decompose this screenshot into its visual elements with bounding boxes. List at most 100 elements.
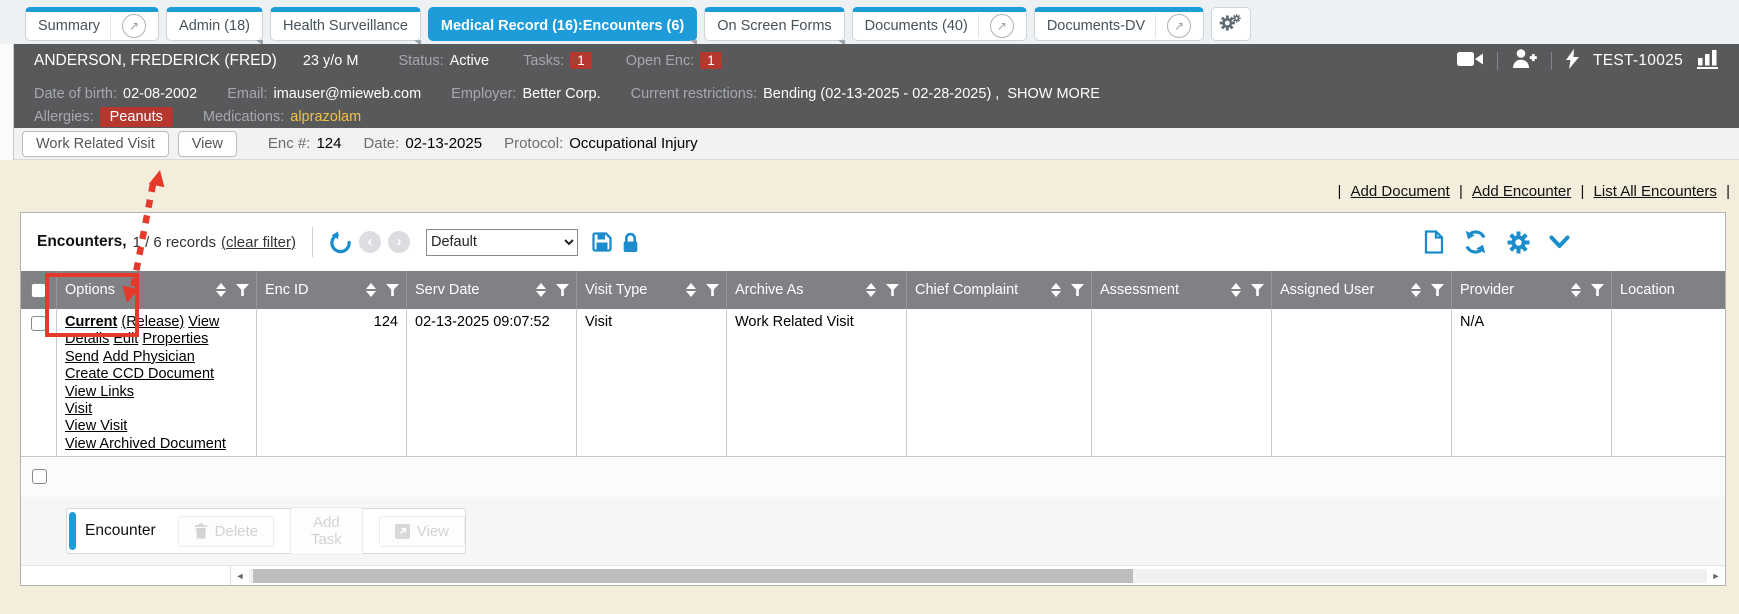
view-select[interactable]: Default xyxy=(426,229,578,256)
undo-icon[interactable] xyxy=(329,231,352,254)
new-document-icon[interactable] xyxy=(1424,230,1444,254)
list-all-encounters-link[interactable]: List All Encounters xyxy=(1594,183,1717,200)
patient-details: Date of birth: 02-08-2002 Email: imauser… xyxy=(0,77,1739,128)
sort-icon[interactable] xyxy=(366,283,376,297)
row-checkbox[interactable] xyxy=(31,316,46,331)
filter-icon[interactable] xyxy=(1431,284,1444,296)
tab-on-screen-forms[interactable]: On Screen Forms xyxy=(704,7,844,41)
header-cell-location[interactable]: Location xyxy=(1612,271,1725,309)
option-details-link[interactable]: Details xyxy=(65,331,109,347)
header-cell-archive-as[interactable]: Archive As xyxy=(727,271,907,309)
sort-icon[interactable] xyxy=(1411,283,1421,297)
sort-icon[interactable] xyxy=(866,283,876,297)
row-checkbox[interactable] xyxy=(32,469,47,484)
view-encounter-button[interactable]: View xyxy=(379,516,465,547)
scrollbar-corner xyxy=(21,566,231,585)
email-label: Email: xyxy=(227,86,267,102)
chevron-right-icon[interactable]: › xyxy=(388,231,410,253)
external-link-icon[interactable]: ↗ xyxy=(1167,14,1191,38)
show-more-link[interactable]: SHOW MORE xyxy=(1007,86,1100,102)
delete-button[interactable]: Delete xyxy=(178,516,274,547)
option-create-ccd-link[interactable]: Create CCD Document xyxy=(65,366,214,382)
add-encounter-link[interactable]: Add Encounter xyxy=(1472,183,1571,200)
sort-icon[interactable] xyxy=(686,283,696,297)
scrollbar-thumb[interactable] xyxy=(253,569,1133,583)
tab-admin[interactable]: Admin (18) xyxy=(166,7,263,41)
tab-documents[interactable]: Documents (40) ↗ xyxy=(852,7,1027,41)
option-add-physician-link[interactable]: Add Physician xyxy=(103,349,195,365)
filter-icon[interactable] xyxy=(1071,284,1084,296)
view-button[interactable]: View xyxy=(178,131,237,157)
option-visit-link[interactable]: Visit xyxy=(65,401,92,417)
filter-icon[interactable] xyxy=(1251,284,1264,296)
select-all-checkbox[interactable] xyxy=(31,283,46,298)
lock-icon[interactable] xyxy=(622,232,639,253)
option-edit-link[interactable]: Edit xyxy=(113,331,138,347)
filter-icon[interactable] xyxy=(706,284,719,296)
external-link-icon[interactable]: ↗ xyxy=(990,14,1014,38)
header-cell-options[interactable]: Options xyxy=(57,271,257,309)
header-cell-chief-complaint[interactable]: Chief Complaint xyxy=(907,271,1092,309)
option-current-link[interactable]: Current xyxy=(65,314,117,330)
header-cell-serv-date[interactable]: Serv Date xyxy=(407,271,577,309)
scroll-left-arrow[interactable]: ◄ xyxy=(231,571,249,581)
header-cell-assigned-user[interactable]: Assigned User xyxy=(1272,271,1452,309)
scrollbar-track[interactable] xyxy=(249,569,1707,583)
dob-label: Date of birth: xyxy=(34,86,117,102)
medication-value[interactable]: alprazolam xyxy=(290,109,361,125)
header-cell-visit-type[interactable]: Visit Type xyxy=(577,271,727,309)
gears-icon xyxy=(1219,12,1243,37)
save-view-icon[interactable] xyxy=(592,232,612,252)
tab-label: Admin (18) xyxy=(179,18,250,34)
clear-filter-link[interactable]: (clear filter) xyxy=(221,234,296,251)
row-cell-enc-id: 124 xyxy=(257,309,407,456)
refresh-icon[interactable] xyxy=(1463,230,1488,254)
option-send-link[interactable]: Send xyxy=(65,349,99,365)
work-related-visit-button[interactable]: Work Related Visit xyxy=(22,131,169,157)
filter-icon[interactable] xyxy=(1591,284,1604,296)
scroll-right-arrow[interactable]: ► xyxy=(1707,571,1725,581)
option-release-link[interactable]: (Release) xyxy=(121,314,184,330)
filter-icon[interactable] xyxy=(386,284,399,296)
header-cell-assessment[interactable]: Assessment xyxy=(1092,271,1272,309)
sort-icon[interactable] xyxy=(1231,283,1241,297)
header-cell-enc-id[interactable]: Enc ID xyxy=(257,271,407,309)
sort-icon[interactable] xyxy=(1051,283,1061,297)
add-task-button[interactable]: Add Task xyxy=(290,507,363,555)
external-link-icon[interactable]: ↗ xyxy=(122,14,146,38)
separator: | xyxy=(1337,183,1341,200)
option-view-archived-link[interactable]: View Archived Document xyxy=(65,436,226,452)
open-enc-badge[interactable]: 1 xyxy=(700,52,722,69)
tab-health-surveillance[interactable]: Health Surveillance xyxy=(270,7,421,41)
grid-record-count: 1 / 6 records xyxy=(133,234,216,251)
tab-settings-button[interactable] xyxy=(1211,7,1251,41)
bar-chart-icon[interactable] xyxy=(1697,49,1719,73)
filter-icon[interactable] xyxy=(886,284,899,296)
option-view-links-link[interactable]: View Links xyxy=(65,384,134,400)
video-camera-icon[interactable] xyxy=(1457,51,1483,71)
option-view-link[interactable]: View xyxy=(188,314,219,330)
tab-medical-record-encounters[interactable]: Medical Record (16):Encounters (6) xyxy=(428,7,697,41)
tab-documents-dv[interactable]: Documents-DV ↗ xyxy=(1034,7,1204,41)
sort-icon[interactable] xyxy=(1571,283,1581,297)
allergy-badge[interactable]: Peanuts xyxy=(100,107,173,127)
option-properties-link[interactable]: Properties xyxy=(142,331,208,347)
filter-icon[interactable] xyxy=(556,284,569,296)
row-cell-assigned-user xyxy=(1272,309,1452,456)
chevron-down-icon[interactable] xyxy=(1549,235,1570,249)
separator: | xyxy=(1726,183,1730,200)
header-icons xyxy=(686,283,719,297)
lightning-icon[interactable] xyxy=(1566,49,1579,73)
sort-icon[interactable] xyxy=(216,283,226,297)
chevron-left-icon[interactable]: ‹ xyxy=(359,231,381,253)
tasks-badge[interactable]: 1 xyxy=(570,52,592,69)
open-enc-label: Open Enc: xyxy=(626,53,695,69)
add-person-icon[interactable] xyxy=(1512,49,1537,72)
filter-icon[interactable] xyxy=(236,284,249,296)
add-document-link[interactable]: Add Document xyxy=(1351,183,1450,200)
sort-icon[interactable] xyxy=(536,283,546,297)
header-cell-provider[interactable]: Provider xyxy=(1452,271,1612,309)
option-view-visit-link[interactable]: View Visit xyxy=(65,418,127,434)
gear-icon[interactable] xyxy=(1507,231,1530,254)
tab-summary[interactable]: Summary ↗ xyxy=(25,7,159,41)
